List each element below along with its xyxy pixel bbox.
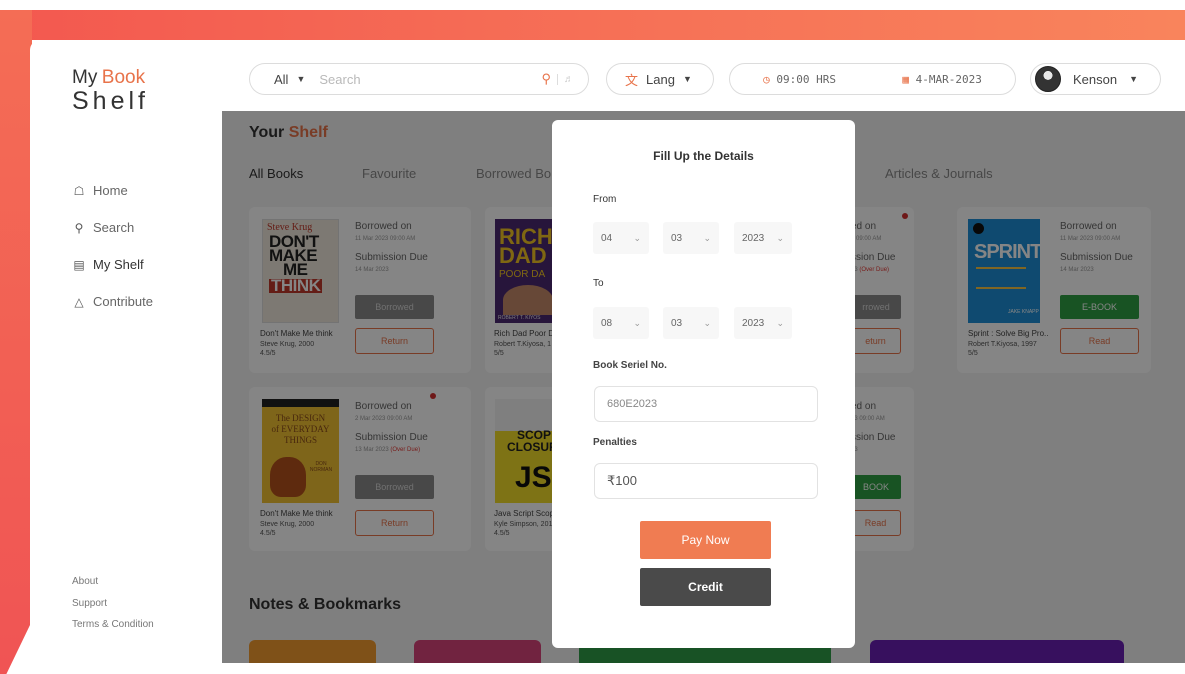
app-logo[interactable]: My Book Shelf [72, 68, 149, 114]
language-select[interactable]: 文 Lang ▼ [606, 63, 714, 95]
chevron-down-icon: ⌄ [776, 232, 784, 243]
sidebar-item-label: My Shelf [93, 257, 144, 272]
caret-down-icon: ▼ [296, 74, 306, 84]
chevron-down-icon: ⌄ [703, 232, 711, 243]
app-stage: My Book Shelf ☖ Home ⚲ Search ▤ My Shelf… [0, 0, 1185, 674]
caret-down-icon: ▼ [682, 74, 692, 84]
from-month-select[interactable]: 03 ⌄ [663, 222, 719, 254]
modal-title: Fill Up the Details [653, 149, 754, 163]
sidebar-item-label: Search [93, 220, 135, 235]
sidebar-footer: About Support Terms & Condition [72, 576, 154, 641]
penalties-value: ₹100 [607, 473, 637, 488]
time-value: 09:00 HRS [776, 72, 837, 86]
terms-link[interactable]: Terms & Condition [72, 619, 154, 641]
home-icon: ☖ [73, 183, 85, 198]
contribute-icon: △ [74, 294, 84, 309]
to-month-select[interactable]: 03 ⌄ [663, 307, 719, 339]
penalties-label: Penalties [593, 437, 637, 448]
serial-label: Book Seriel No. [593, 360, 667, 371]
sidebar-item-contribute[interactable]: △ Contribute [72, 283, 153, 320]
logo-book: Book [101, 67, 146, 88]
date-display: ▦ 4-MAR-2023 [902, 73, 981, 86]
from-year-select[interactable]: 2023 ⌄ [734, 222, 792, 254]
to-day-select[interactable]: 08 ⌄ [593, 307, 649, 339]
calendar-icon: ▦ [902, 72, 909, 86]
search-scope-select[interactable]: All ▼ [274, 72, 305, 87]
about-link[interactable]: About [72, 576, 154, 598]
chevron-down-icon: ⌄ [633, 317, 641, 328]
sidebar-item-search[interactable]: ⚲ Search [72, 209, 153, 246]
clock-icon: ◷ [763, 72, 770, 86]
caret-down-icon: ▼ [1129, 74, 1139, 84]
language-label: Lang [646, 71, 675, 87]
sidebar-item-label: Home [93, 183, 128, 198]
datetime-display: ◷ 09:00 HRS ▦ 4-MAR-2023 [729, 63, 1016, 95]
time-display: ◷ 09:00 HRS [763, 73, 836, 86]
from-day-value: 04 [601, 232, 613, 244]
user-name: Kenson [1073, 71, 1118, 87]
search-bar: All ▼ Search ⚲ ♬ [249, 63, 589, 95]
search-icon: ⚲ [74, 220, 84, 235]
translate-icon: 文 [625, 72, 639, 88]
user-menu[interactable]: Kenson ▼ [1030, 63, 1161, 95]
sidebar-nav: ☖ Home ⚲ Search ▤ My Shelf △ Contribute [72, 172, 153, 320]
details-modal: Fill Up the Details From 04 ⌄ 03 ⌄ 2023 ⌄ T… [552, 120, 855, 648]
chevron-down-icon: ⌄ [703, 317, 711, 328]
chevron-down-icon: ⌄ [633, 232, 641, 243]
serial-number-value: 680E2023 [607, 398, 658, 410]
to-year-select[interactable]: 2023 ⌄ [734, 307, 792, 339]
search-icon[interactable]: ⚲ [541, 71, 551, 87]
to-label: To [593, 278, 604, 289]
from-label: From [593, 194, 617, 205]
from-month-value: 03 [671, 232, 683, 244]
search-scope-value: All [274, 71, 289, 87]
logo-shelf: Shelf [72, 87, 149, 115]
sidebar-item-home[interactable]: ☖ Home [72, 172, 153, 209]
to-year-value: 2023 [742, 317, 765, 329]
chevron-down-icon: ⌄ [776, 317, 784, 328]
from-year-value: 2023 [742, 232, 765, 244]
search-input[interactable]: Search [319, 72, 541, 87]
sidebar-item-my-shelf[interactable]: ▤ My Shelf [72, 246, 153, 283]
sidebar-item-label: Contribute [93, 294, 153, 309]
support-link[interactable]: Support [72, 598, 154, 620]
to-day-value: 08 [601, 317, 613, 329]
logo-my: My [72, 67, 98, 88]
date-value: 4-MAR-2023 [915, 72, 982, 86]
serial-number-field[interactable]: 680E2023 [594, 386, 818, 422]
penalties-field[interactable]: ₹100 [594, 463, 818, 499]
to-month-value: 03 [671, 317, 683, 329]
library-icon: ▤ [73, 257, 85, 272]
voice-search-icon[interactable]: ♬ [557, 73, 574, 85]
pay-now-button[interactable]: Pay Now [640, 521, 771, 559]
gradient-frame-top [0, 10, 1185, 40]
gradient-frame-left [0, 10, 32, 674]
from-day-select[interactable]: 04 ⌄ [593, 222, 649, 254]
credit-button[interactable]: Credit [640, 568, 771, 606]
avatar [1035, 66, 1061, 92]
